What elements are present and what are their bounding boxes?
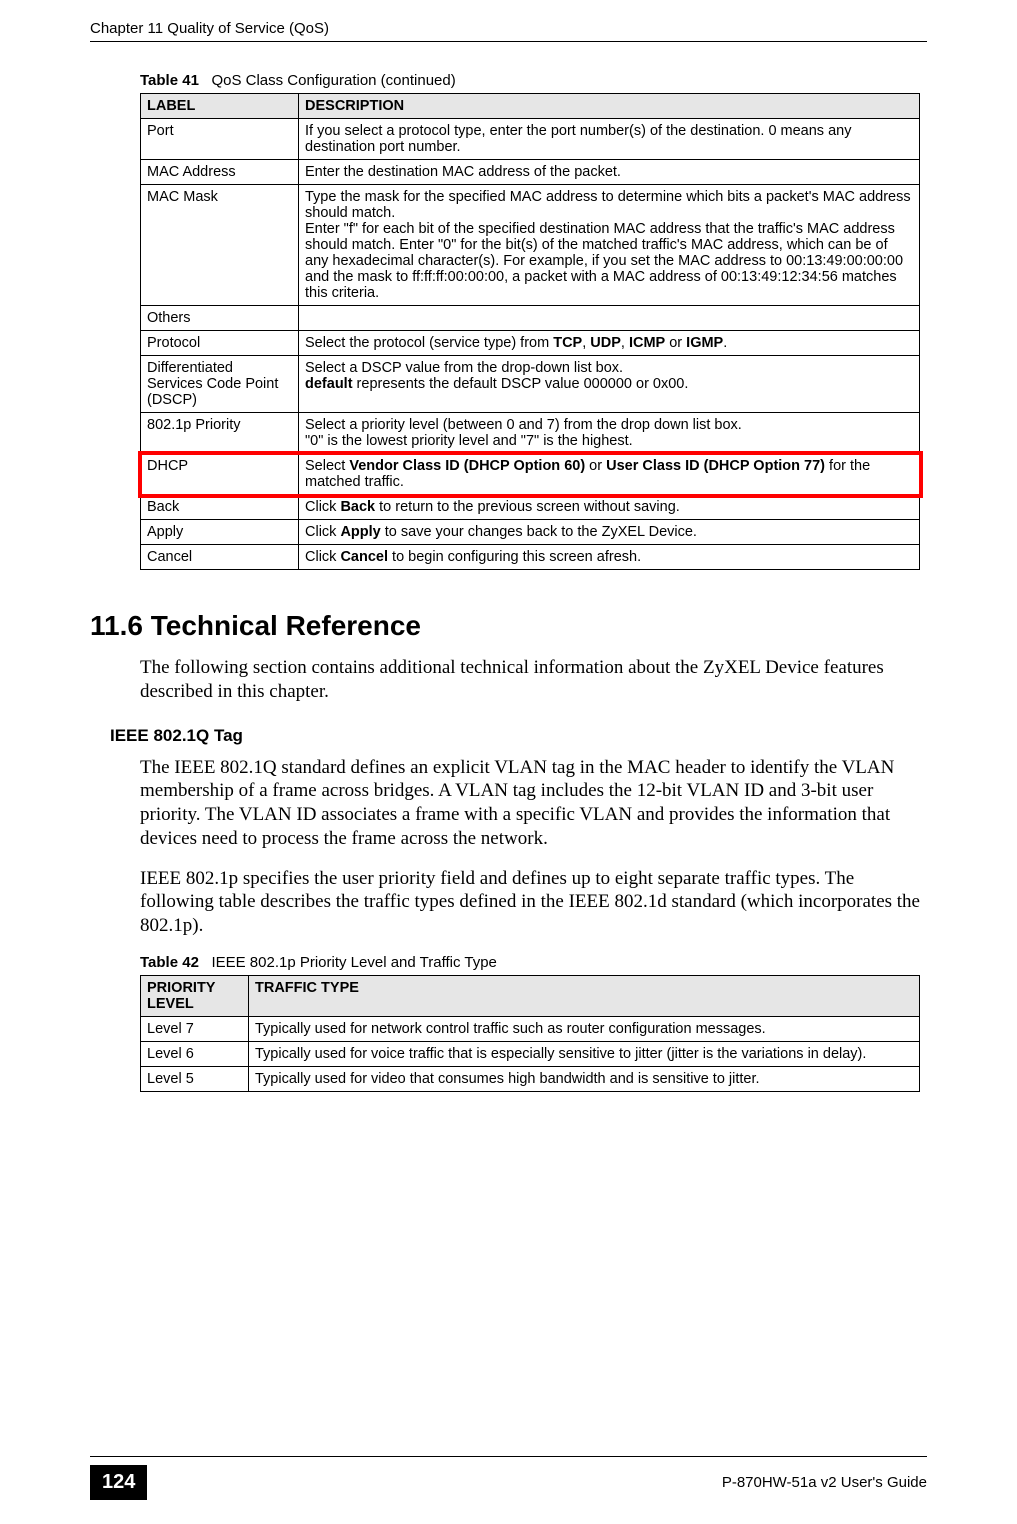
row-port-label: Port: [141, 119, 299, 160]
table-row: Port If you select a protocol type, ente…: [141, 119, 920, 160]
row-level5-label: Level 5: [141, 1066, 249, 1091]
table-row: MAC Address Enter the destination MAC ad…: [141, 160, 920, 185]
row-port-desc: If you select a protocol type, enter the…: [299, 119, 920, 160]
row-macmask-desc: Type the mask for the specified MAC addr…: [299, 185, 920, 306]
row-dhcp-label: DHCP: [141, 454, 299, 495]
row-level5-desc: Typically used for video that consumes h…: [249, 1066, 920, 1091]
table42-caption: Table 42 IEEE 802.1p Priority Level and …: [140, 954, 927, 971]
table-row: Others: [141, 306, 920, 331]
section-heading-technical-reference: 11.6 Technical Reference: [90, 610, 927, 642]
row-others-label: Others: [141, 306, 299, 331]
table42-head-priority: PRIORITY LEVEL: [141, 975, 249, 1016]
row-protocol-desc: Select the protocol (service type) from …: [299, 331, 920, 356]
row-dscp-desc: Select a DSCP value from the drop-down l…: [299, 356, 920, 413]
table41-head-label: LABEL: [141, 94, 299, 119]
table42-head-traffic: TRAFFIC TYPE: [249, 975, 920, 1016]
row-apply-desc: Click Apply to save your changes back to…: [299, 520, 920, 545]
subheading-ieee8021q: IEEE 802.1Q Tag: [110, 726, 927, 746]
ieee-paragraph-2: IEEE 802.1p specifies the user priority …: [140, 867, 927, 938]
table-row: Protocol Select the protocol (service ty…: [141, 331, 920, 356]
page-number: 124: [90, 1465, 147, 1500]
table41-caption-text: QoS Class Configuration (continued): [211, 72, 455, 89]
table-row: Back Click Back to return to the previou…: [141, 495, 920, 520]
row-level7-desc: Typically used for network control traff…: [249, 1016, 920, 1041]
footer-rule: [90, 1456, 927, 1457]
table41-head-desc: DESCRIPTION: [299, 94, 920, 119]
table41-caption: Table 41 QoS Class Configuration (contin…: [140, 72, 927, 89]
table-row: Apply Click Apply to save your changes b…: [141, 520, 920, 545]
running-header: Chapter 11 Quality of Service (QoS): [90, 20, 927, 37]
row-apply-label: Apply: [141, 520, 299, 545]
row-cancel-label: Cancel: [141, 545, 299, 570]
table41: LABEL DESCRIPTION Port If you select a p…: [140, 93, 920, 570]
row-macmask-label: MAC Mask: [141, 185, 299, 306]
table-row: Level 6 Typically used for voice traffic…: [141, 1041, 920, 1066]
row-8021p-label: 802.1p Priority: [141, 413, 299, 454]
row-8021p-desc: Select a priority level (between 0 and 7…: [299, 413, 920, 454]
row-protocol-label: Protocol: [141, 331, 299, 356]
table-row-dhcp: DHCP Select Vendor Class ID (DHCP Option…: [141, 454, 920, 495]
row-dscp-label: Differentiated Services Code Point (DSCP…: [141, 356, 299, 413]
row-cancel-desc: Click Cancel to begin configuring this s…: [299, 545, 920, 570]
table-row: Level 5 Typically used for video that co…: [141, 1066, 920, 1091]
row-back-desc: Click Back to return to the previous scr…: [299, 495, 920, 520]
table-row: Differentiated Services Code Point (DSCP…: [141, 356, 920, 413]
table-row: Cancel Click Cancel to begin configuring…: [141, 545, 920, 570]
table-row: 802.1p Priority Select a priority level …: [141, 413, 920, 454]
table42-caption-text: IEEE 802.1p Priority Level and Traffic T…: [211, 954, 496, 971]
row-dhcp-desc: Select Vendor Class ID (DHCP Option 60) …: [299, 454, 920, 495]
row-level6-label: Level 6: [141, 1041, 249, 1066]
header-rule: [90, 41, 927, 42]
row-level7-label: Level 7: [141, 1016, 249, 1041]
guide-name: P-870HW-51a v2 User's Guide: [722, 1474, 927, 1491]
table41-header-row: LABEL DESCRIPTION: [141, 94, 920, 119]
row-macaddr-desc: Enter the destination MAC address of the…: [299, 160, 920, 185]
row-level6-desc: Typically used for voice traffic that is…: [249, 1041, 920, 1066]
table-row: MAC Mask Type the mask for the specified…: [141, 185, 920, 306]
table42-header-row: PRIORITY LEVEL TRAFFIC TYPE: [141, 975, 920, 1016]
table42-caption-label: Table 42: [140, 954, 199, 971]
row-others-desc: [299, 306, 920, 331]
table41-caption-label: Table 41: [140, 72, 199, 89]
row-macaddr-label: MAC Address: [141, 160, 299, 185]
section-intro: The following section contains additiona…: [140, 656, 927, 704]
table42: PRIORITY LEVEL TRAFFIC TYPE Level 7 Typi…: [140, 975, 920, 1092]
page-footer: 124 P-870HW-51a v2 User's Guide: [0, 1456, 1017, 1500]
table-row: Level 7 Typically used for network contr…: [141, 1016, 920, 1041]
ieee-paragraph-1: The IEEE 802.1Q standard defines an expl…: [140, 756, 927, 851]
row-back-label: Back: [141, 495, 299, 520]
